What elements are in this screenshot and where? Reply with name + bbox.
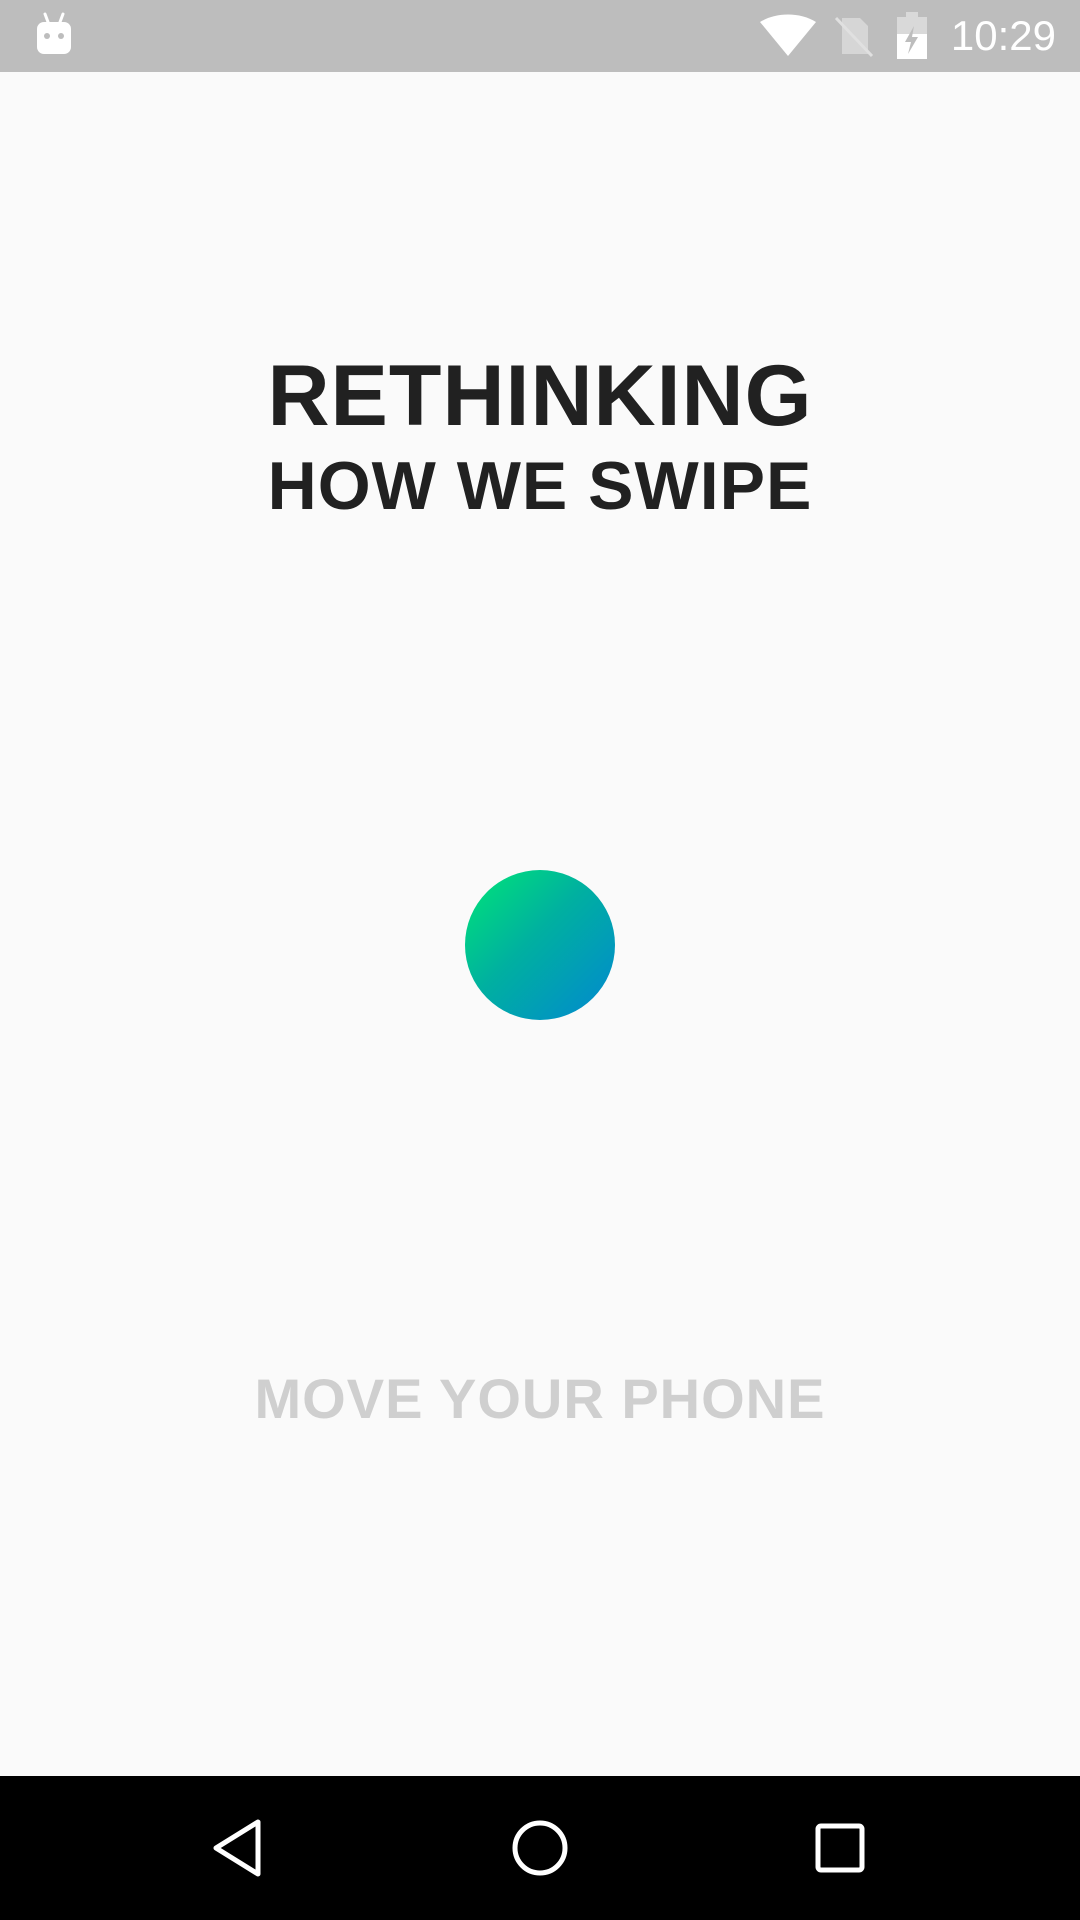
back-button[interactable] (168, 1776, 312, 1920)
clock: 10:29 (950, 12, 1056, 59)
navigation-bar (0, 1776, 1080, 1920)
home-button[interactable] (468, 1776, 612, 1920)
status-bar: 10:29 (0, 0, 1080, 72)
title-line-2: HOW WE SWIPE (267, 448, 813, 524)
recents-icon (815, 1823, 865, 1873)
motion-orb (465, 870, 615, 1020)
instruction-text: MOVE YOUR PHONE (254, 1367, 826, 1430)
battery-charging-icon (897, 12, 927, 59)
home-icon (512, 1820, 568, 1876)
back-icon (213, 1819, 261, 1877)
wifi-icon (760, 14, 816, 56)
android-icon (37, 12, 71, 54)
title-line-1: RETHINKING (267, 348, 813, 444)
recents-button[interactable] (768, 1776, 912, 1920)
no-sim-icon (834, 16, 874, 58)
